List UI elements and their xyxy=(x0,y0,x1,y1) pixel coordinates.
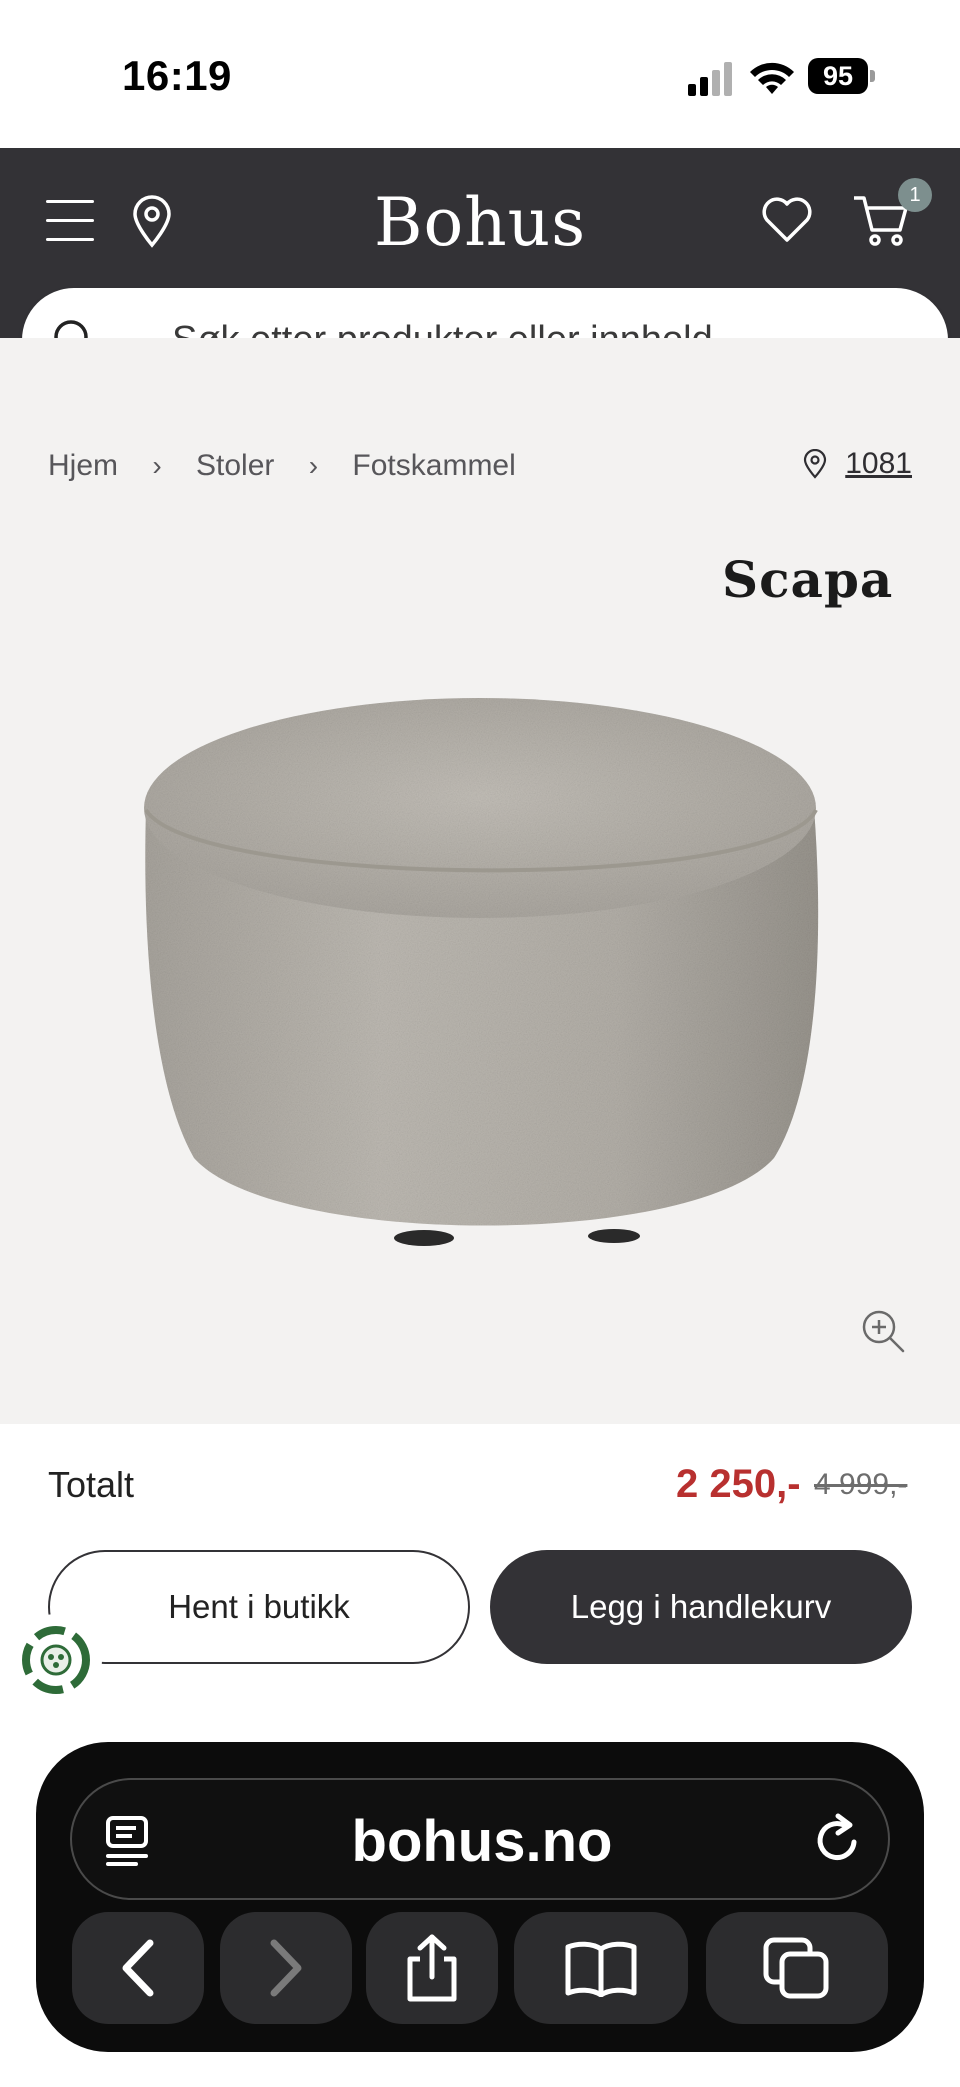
back-button[interactable] xyxy=(72,1912,204,2024)
share-icon xyxy=(407,1934,457,2002)
zoom-in-icon[interactable] xyxy=(860,1308,906,1354)
breadcrumb: Hjem › Stoler › Fotskammel xyxy=(48,448,516,483)
cellular-signal-icon xyxy=(688,62,732,96)
wifi-icon xyxy=(750,62,794,94)
chevron-left-icon xyxy=(122,1939,154,1997)
book-icon xyxy=(565,1941,637,1997)
add-to-cart-button[interactable]: Legg i handlekurv xyxy=(490,1550,912,1664)
recycle-badge-icon[interactable] xyxy=(10,1614,102,1706)
tabs-icon xyxy=(763,1937,829,1999)
address-bar[interactable]: bohus.no xyxy=(70,1778,890,1900)
chevron-right-icon xyxy=(270,1939,302,1997)
battery-icon: 95 xyxy=(808,58,875,94)
total-label: Totalt xyxy=(48,1464,135,1505)
url-text[interactable]: bohus.no xyxy=(72,1808,892,1875)
forward-button[interactable] xyxy=(220,1912,352,2024)
brand-logo: Scapa xyxy=(722,550,894,609)
breadcrumb-chairs[interactable]: Stoler xyxy=(196,449,274,482)
product-image[interactable] xyxy=(134,688,826,1258)
sale-price: 2 250,- xyxy=(676,1462,801,1506)
share-button[interactable] xyxy=(366,1912,498,2024)
product-page: Hjem › Stoler › Fotskammel 1081 Scapa xyxy=(0,338,960,1424)
cart-count-badge: 1 xyxy=(898,178,932,212)
breadcrumb-home[interactable]: Hjem xyxy=(48,449,118,482)
battery-level: 95 xyxy=(808,58,868,94)
bohus-logo[interactable]: Bohus xyxy=(0,184,960,261)
location-pin-icon xyxy=(803,449,827,479)
status-bar: 16:19 95 xyxy=(0,0,960,148)
chevron-right-icon: › xyxy=(152,450,162,482)
breadcrumb-current: Fotskammel xyxy=(352,449,516,483)
store-number-link[interactable]: 1081 xyxy=(845,447,912,480)
original-price: 4 999,- xyxy=(814,1468,908,1501)
heart-icon[interactable] xyxy=(760,194,814,244)
reload-icon[interactable] xyxy=(810,1812,866,1868)
browser-toolbar: bohus.no xyxy=(36,1742,924,2052)
store-selector[interactable]: 1081 xyxy=(803,446,912,481)
pickup-in-store-button[interactable]: Hent i butikk xyxy=(48,1550,470,1664)
chevron-right-icon: › xyxy=(308,450,319,482)
bookmarks-button[interactable] xyxy=(514,1912,688,2024)
tabs-button[interactable] xyxy=(706,1912,888,2024)
status-time: 16:19 xyxy=(122,52,232,99)
